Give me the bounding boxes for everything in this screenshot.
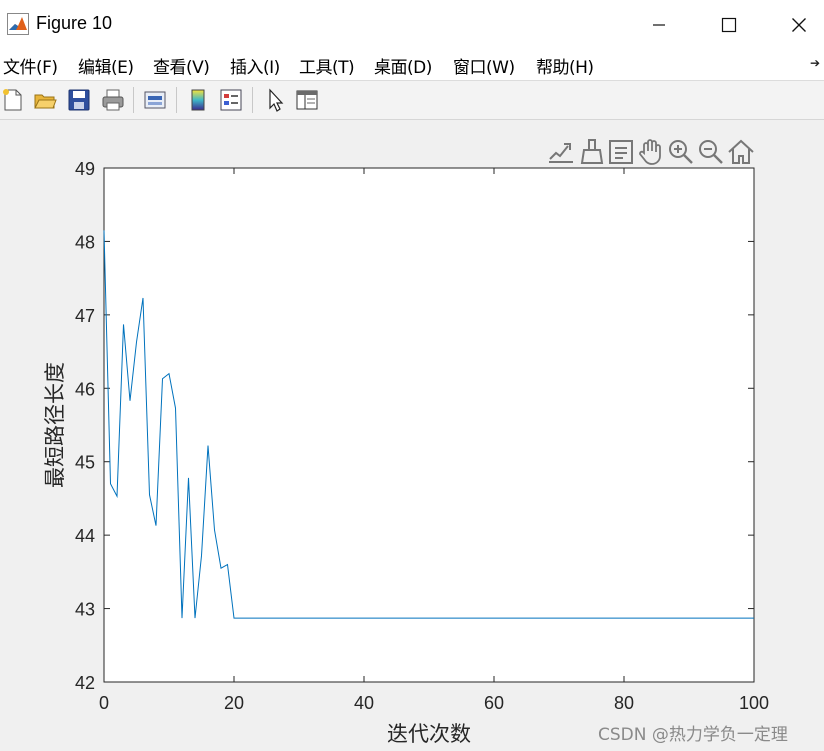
y-tick-label: 42 (75, 673, 95, 693)
watermark: CSDN @热力学负一定理 (598, 725, 788, 745)
x-tick-label: 60 (484, 693, 504, 713)
axes-area[interactable] (103, 167, 755, 683)
y-axis-label: 最短路径长度 (43, 362, 67, 488)
x-tick-label: 20 (224, 693, 244, 713)
x-tick-label: 80 (614, 693, 634, 713)
y-tick-label: 47 (75, 306, 95, 326)
y-tick-label: 45 (75, 453, 95, 473)
line-chart: 0 20 40 60 80 100 42 43 44 45 46 47 48 49 迭代次数 最短路径长度 (43, 159, 769, 746)
y-tick-label: 44 (75, 526, 95, 546)
x-tick-label: 40 (354, 693, 374, 713)
x-tick-label: 100 (739, 693, 769, 713)
y-tick-label: 43 (75, 600, 95, 620)
y-tick-label: 49 (75, 159, 95, 179)
y-tick-label: 46 (75, 379, 95, 399)
x-tick-label: 0 (99, 693, 109, 713)
y-tick-label: 48 (75, 232, 95, 252)
x-axis-label: 迭代次数 (387, 722, 471, 746)
